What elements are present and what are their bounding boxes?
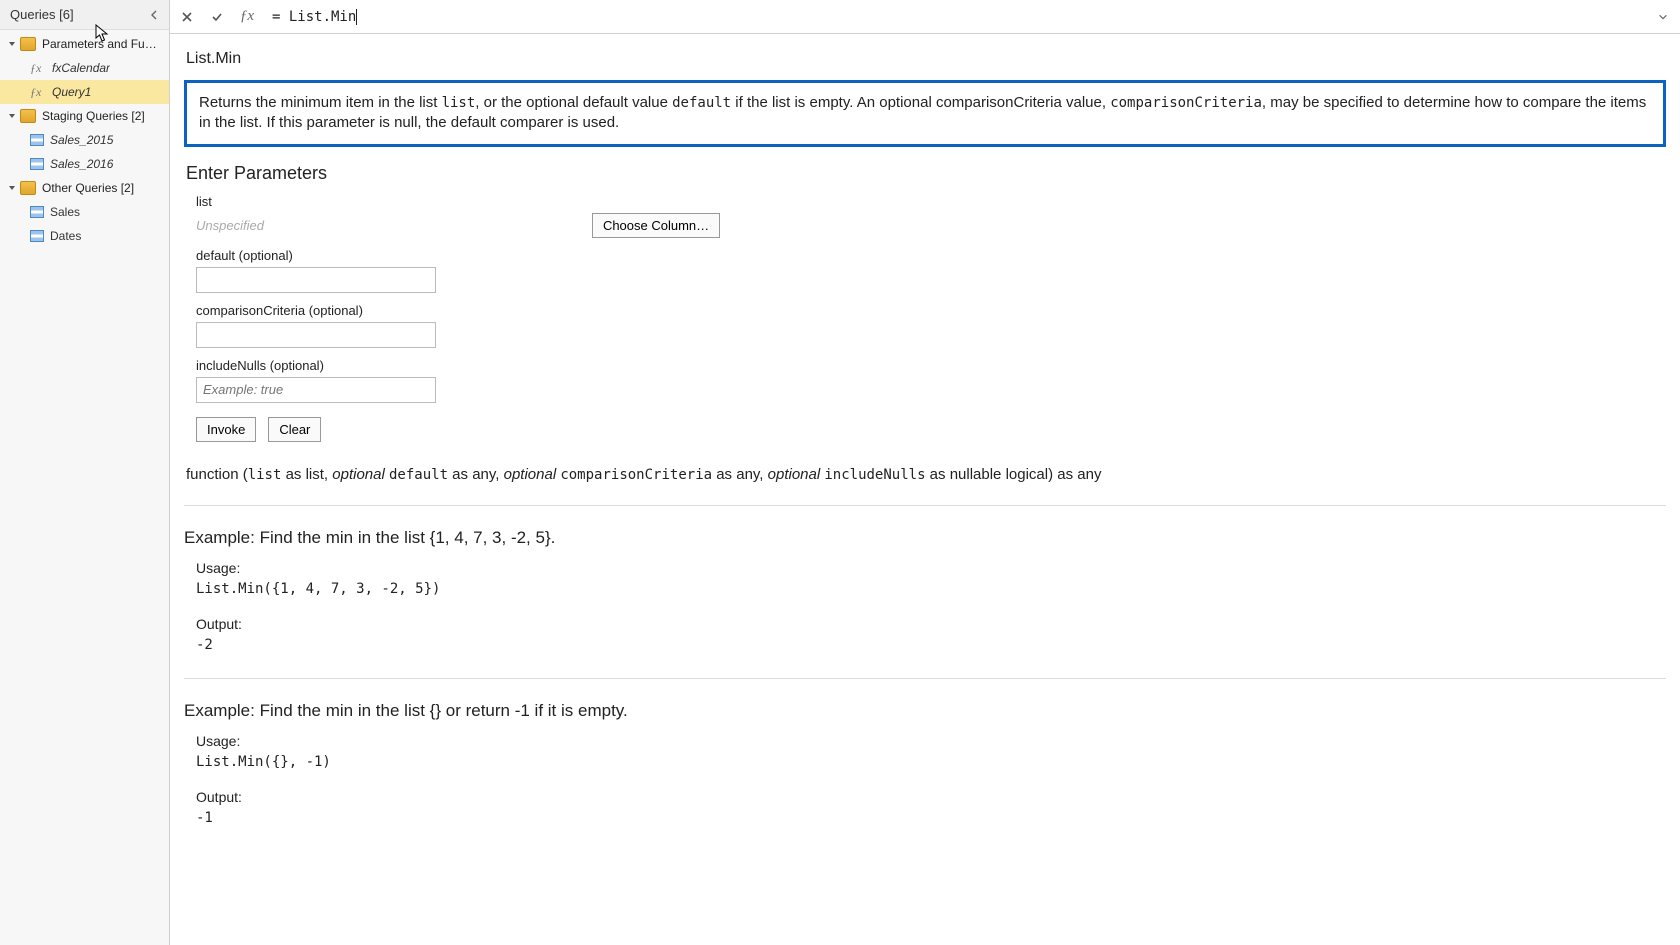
tree-group[interactable]: Staging Queries [2]	[0, 104, 169, 128]
tree-group-label: Other Queries [2]	[42, 181, 134, 195]
choose-column-button[interactable]: Choose Column…	[592, 213, 720, 238]
table-icon	[30, 230, 44, 242]
fx-icon[interactable]: ƒx	[236, 6, 258, 28]
param-comparison: comparisonCriteria (optional)	[196, 303, 1666, 348]
tree-group-label: Parameters and Fu…	[42, 37, 157, 51]
sig-text: as any,	[448, 466, 504, 483]
sidebar-title: Queries [6]	[10, 7, 74, 22]
formula-input[interactable]: = List.Min	[266, 5, 356, 29]
example-2-title: Example: Find the min in the list {} or …	[184, 701, 1666, 721]
desc-text: , or the optional default value	[475, 94, 672, 111]
fx-icon: ƒx	[30, 61, 48, 76]
tree-item[interactable]: ƒx fxCalendar	[0, 56, 169, 80]
tree-item-label: fxCalendar	[52, 61, 110, 75]
desc-code: default	[672, 95, 731, 111]
param-includenulls: includeNulls (optional)	[196, 358, 1666, 403]
chevron-down-icon[interactable]	[6, 182, 18, 194]
formula-input-wrap[interactable]: = List.Min	[266, 5, 1644, 29]
sig-text: function (	[186, 466, 248, 483]
param-list-placeholder: Unspecified	[196, 218, 264, 233]
tree-group-label: Staging Queries [2]	[42, 109, 145, 123]
param-label: default (optional)	[196, 248, 1666, 263]
tree-item[interactable]: ƒx Query1	[0, 80, 169, 104]
formula-expand-button[interactable]	[1652, 6, 1674, 28]
sig-optional: optional	[332, 466, 385, 483]
divider	[184, 678, 1666, 679]
desc-text: Returns the minimum item in the list	[199, 94, 442, 111]
param-buttons: Invoke Clear	[196, 417, 1666, 442]
example-output-code: -2	[196, 635, 1666, 656]
tree-group[interactable]: Other Queries [2]	[0, 176, 169, 200]
tree-group[interactable]: Parameters and Fu…	[0, 32, 169, 56]
table-icon	[30, 134, 44, 146]
example-1-block: Usage: List.Min({1, 4, 7, 3, -2, 5}) Out…	[196, 558, 1666, 656]
formula-bar: ƒx = List.Min	[170, 0, 1680, 34]
example-output-label: Output:	[196, 614, 1666, 635]
tree-item[interactable]: Dates	[0, 224, 169, 248]
main-area: ƒx = List.Min List.Min Returns the minim…	[170, 0, 1680, 945]
enter-parameters-heading: Enter Parameters	[186, 163, 1666, 184]
example-usage-label: Usage:	[196, 731, 1666, 752]
sig-code: default	[389, 467, 448, 483]
divider	[184, 505, 1666, 506]
function-signature: function (list as list, optional default…	[186, 466, 1666, 483]
param-comparison-input[interactable]	[196, 322, 436, 348]
fx-icon: ƒx	[30, 85, 48, 100]
sig-optional: optional	[504, 466, 557, 483]
param-label: includeNulls (optional)	[196, 358, 1666, 373]
invoke-button[interactable]: Invoke	[196, 417, 256, 442]
tree-item-label: Sales_2015	[50, 133, 113, 147]
chevron-down-icon[interactable]	[6, 38, 18, 50]
example-usage-code: List.Min({1, 4, 7, 3, -2, 5})	[196, 579, 1666, 600]
folder-icon	[20, 109, 36, 123]
function-name: List.Min	[186, 50, 1666, 68]
clear-button[interactable]: Clear	[268, 417, 321, 442]
param-default: default (optional)	[196, 248, 1666, 293]
example-2-block: Usage: List.Min({}, -1) Output: -1	[196, 731, 1666, 829]
param-default-input[interactable]	[196, 267, 436, 293]
folder-icon	[20, 181, 36, 195]
param-includenulls-input[interactable]	[196, 377, 436, 403]
table-icon	[30, 158, 44, 170]
example-1-title: Example: Find the min in the list {1, 4,…	[184, 528, 1666, 548]
table-icon	[30, 206, 44, 218]
example-output-code: -1	[196, 808, 1666, 829]
sig-text: as nullable logical) as any	[926, 466, 1102, 483]
sidebar-header: Queries [6]	[0, 0, 169, 30]
chevron-down-icon[interactable]	[6, 110, 18, 122]
caret-icon	[356, 9, 357, 25]
tree-item[interactable]: Sales_2015	[0, 128, 169, 152]
example-output-label: Output:	[196, 787, 1666, 808]
sig-text: as list,	[281, 466, 332, 483]
parameters-block: list Unspecified Choose Column… default …	[196, 194, 1666, 403]
folder-icon	[20, 37, 36, 51]
function-description: Returns the minimum item in the list lis…	[184, 80, 1666, 147]
param-label: comparisonCriteria (optional)	[196, 303, 1666, 318]
tree-item-label: Sales_2016	[50, 157, 113, 171]
example-usage-label: Usage:	[196, 558, 1666, 579]
function-doc: List.Min Returns the minimum item in the…	[170, 34, 1680, 945]
tree-item-label: Sales	[50, 205, 80, 219]
queries-sidebar: Queries [6] Parameters and Fu… ƒx fxCalend…	[0, 0, 170, 945]
sig-code: list	[248, 467, 282, 483]
tree-item[interactable]: Sales_2016	[0, 152, 169, 176]
param-list: list Unspecified Choose Column…	[196, 194, 1666, 238]
tree-item[interactable]: Sales	[0, 200, 169, 224]
example-usage-code: List.Min({}, -1)	[196, 752, 1666, 773]
desc-code: comparisonCriteria	[1110, 95, 1262, 111]
sig-optional: optional	[768, 466, 821, 483]
sig-text: as any,	[712, 466, 768, 483]
tree-item-label: Query1	[52, 85, 91, 99]
sig-code: comparisonCriteria	[560, 467, 712, 483]
desc-code: list	[442, 95, 476, 111]
param-label: list	[196, 194, 1666, 209]
sidebar-collapse-button[interactable]	[145, 6, 163, 24]
sig-code: includeNulls	[824, 467, 925, 483]
formula-cancel-button[interactable]	[176, 6, 198, 28]
desc-text: if the list is empty. An optional compar…	[731, 94, 1110, 111]
tree-item-label: Dates	[50, 229, 81, 243]
formula-commit-button[interactable]	[206, 6, 228, 28]
queries-tree: Parameters and Fu… ƒx fxCalendar ƒx Query1 St…	[0, 30, 169, 250]
